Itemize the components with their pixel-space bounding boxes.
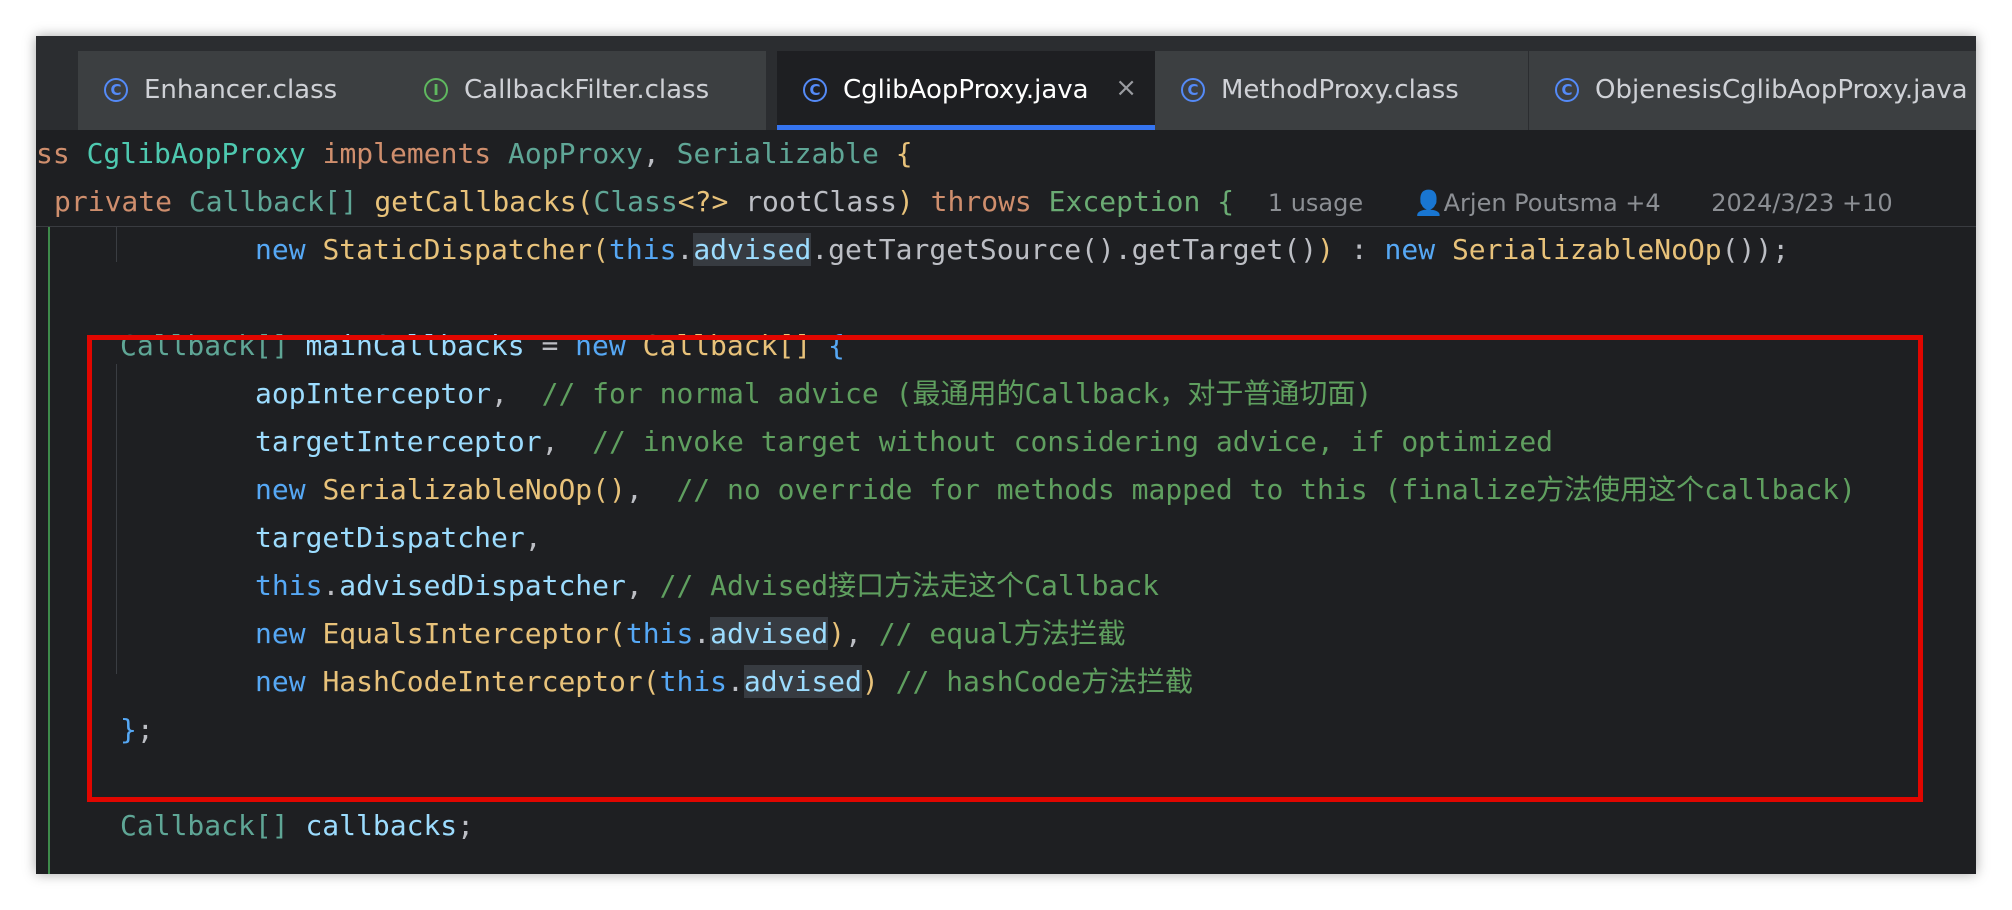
sticky-line-class-decl: ss CglibAopProxy implements AopProxy, Se… xyxy=(36,137,913,170)
highlight-annotation-box xyxy=(87,335,1923,802)
interface-icon: I xyxy=(424,78,448,102)
editor-tab-bar: C Enhancer.class I CallbackFilter.class … xyxy=(36,36,1976,130)
tab-label: ObjenesisCglibAopProxy.java xyxy=(1595,75,1968,105)
tab-methodproxy-class[interactable]: C MethodProxy.class xyxy=(1155,51,1528,130)
class-icon: C xyxy=(1555,78,1579,102)
tab-enhancer-class[interactable]: C Enhancer.class xyxy=(78,51,398,130)
sticky-header: ss CglibAopProxy implements AopProxy, Se… xyxy=(36,130,1976,227)
tab-label: Enhancer.class xyxy=(144,75,338,105)
code-line-callbacks: Callback[] callbacks; xyxy=(120,809,475,842)
author-icon: 👤 xyxy=(1413,189,1444,217)
indent-guide xyxy=(116,226,117,262)
class-icon: C xyxy=(104,78,128,102)
tab-label: CallbackFilter.class xyxy=(464,75,710,105)
code-editor[interactable]: ss CglibAopProxy implements AopProxy, Se… xyxy=(36,130,1976,874)
sticky-line-method-decl: private Callback[] getCallbacks(Class<?>… xyxy=(54,185,1893,218)
close-icon[interactable]: × xyxy=(1115,73,1137,103)
tab-callbackfilter-class[interactable]: I CallbackFilter.class xyxy=(398,51,766,130)
usage-count[interactable]: 1 usage xyxy=(1268,189,1363,217)
tab-label: MethodProxy.class xyxy=(1221,75,1459,105)
class-icon: C xyxy=(1181,78,1205,102)
code-line-static-dispatcher: new StaticDispatcher(this.advised.getTar… xyxy=(255,233,1790,266)
class-icon: C xyxy=(803,78,827,102)
date-hint: 2024/3/23 +10 xyxy=(1711,189,1893,217)
author-hint[interactable]: Arjen Poutsma +4 xyxy=(1444,189,1661,217)
vcs-change-marker xyxy=(48,226,50,874)
tab-objenesiscglibaopproxy-java[interactable]: C ObjenesisCglibAopProxy.java xyxy=(1529,51,1976,130)
ide-window: C Enhancer.class I CallbackFilter.class … xyxy=(36,36,1976,874)
tab-label: CglibAopProxy.java xyxy=(843,75,1089,105)
tab-cglibaopproxy-java[interactable]: C CglibAopProxy.java × xyxy=(777,51,1155,130)
